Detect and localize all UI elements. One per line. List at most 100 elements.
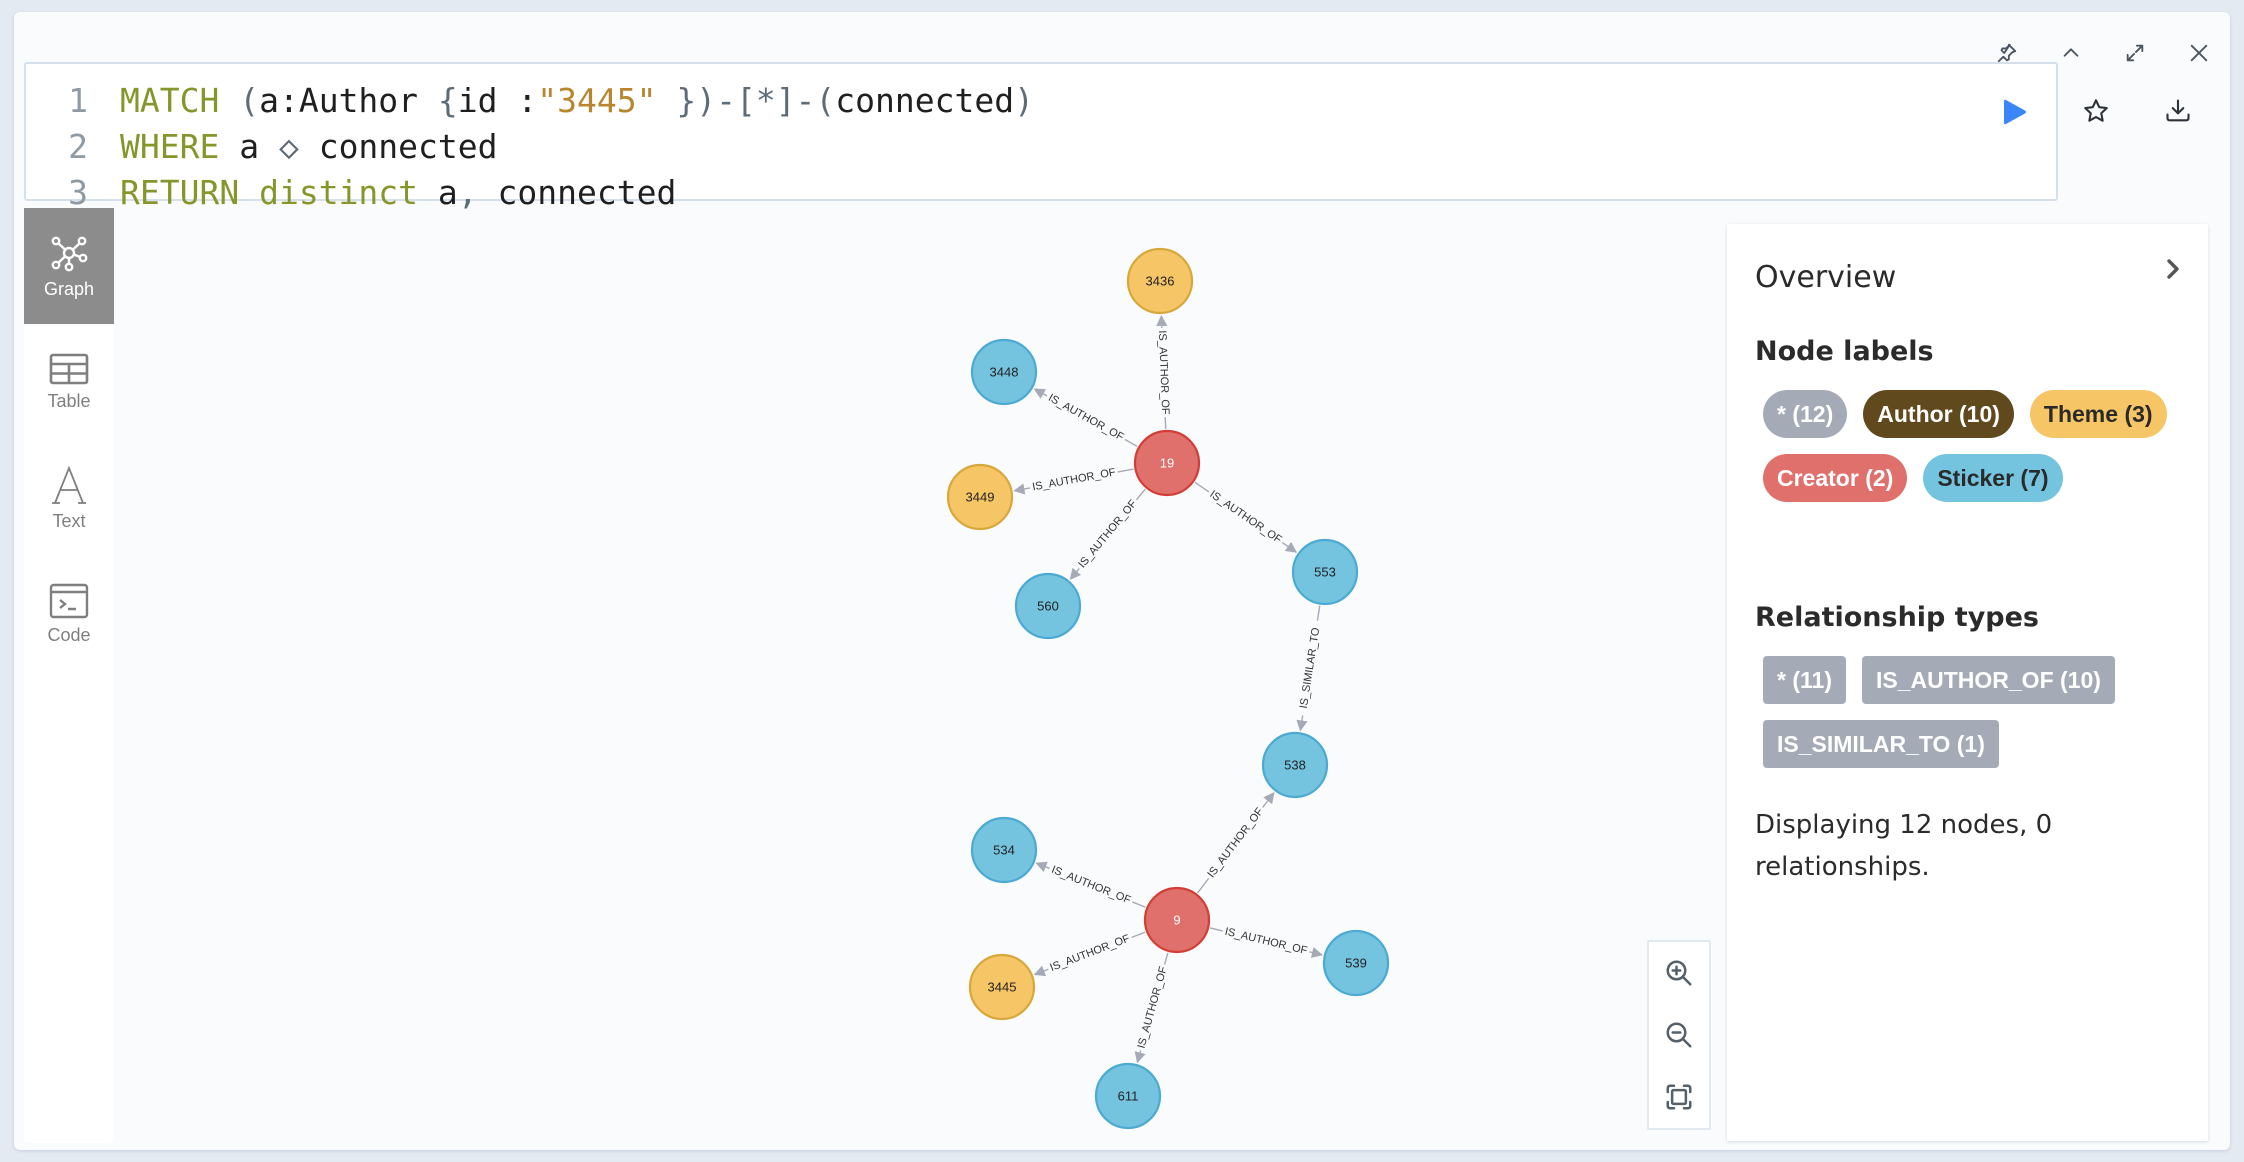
code-text: WHERE a ◇ connected xyxy=(120,127,498,166)
edge-label: IS_AUTHOR_OF xyxy=(1050,864,1133,907)
tab-code-label: Code xyxy=(47,624,91,645)
relationship-edge[interactable]: IS_AUTHOR_OF xyxy=(1134,952,1170,1064)
node-caption: 553 xyxy=(1314,565,1336,580)
graph-visualization[interactable]: IS_AUTHOR_OFIS_AUTHOR_OFIS_AUTHOR_OFIS_A… xyxy=(114,208,1726,1143)
query-result-frame: 1 MATCH (a:Author {id :"3445" })-[*]-(con… xyxy=(14,12,2230,1150)
edge-label: IS_AUTHOR_OF xyxy=(1076,498,1139,571)
zoom-out-button[interactable] xyxy=(1649,1004,1709,1066)
zoom-in-button[interactable] xyxy=(1649,942,1709,1004)
fit-screen-icon xyxy=(1666,1084,1692,1110)
code-line-2: 2 WHERE a ◇ connected xyxy=(26,124,498,170)
graph-node-sticker[interactable]: 534 xyxy=(970,816,1038,884)
node-caption: 9 xyxy=(1173,913,1180,928)
edge-arrow xyxy=(1296,715,1308,732)
relationship-edge[interactable]: IS_AUTHOR_OF xyxy=(1013,466,1134,495)
edge-label: IS_AUTHOR_OF xyxy=(1207,488,1283,546)
display-status: Displaying 12 nodes, 0 relationships. xyxy=(1755,810,2053,882)
relationship-edge[interactable]: IS_AUTHOR_OF xyxy=(1197,791,1275,894)
tab-text[interactable]: Text xyxy=(24,440,114,556)
graph-node-theme[interactable]: 3436 xyxy=(1126,247,1194,315)
relationship-edge[interactable]: IS_AUTHOR_OF xyxy=(1033,931,1146,977)
download-button[interactable] xyxy=(2157,90,2199,132)
relationship-edge[interactable]: IS_AUTHOR_OF xyxy=(1156,314,1171,430)
code-token: ) xyxy=(1014,81,1034,120)
relationship-edge[interactable]: IS_AUTHOR_OF xyxy=(1209,926,1324,958)
graph-node-theme[interactable]: 3445 xyxy=(968,953,1036,1021)
graph-canvas[interactable]: IS_AUTHOR_OF IS_AUTHOR_OF IS_AUTHOR_OF IS_A… xyxy=(114,208,1726,1143)
code-token: WHERE xyxy=(120,127,220,166)
zoom-in-icon xyxy=(1666,960,1692,986)
code-token: id : xyxy=(457,81,538,120)
collapse-overview-button[interactable] xyxy=(2158,254,2188,284)
favorite-button[interactable] xyxy=(2075,90,2117,132)
view-switcher: Graph Table Text Code xyxy=(24,208,114,1143)
relationship-edge[interactable]: IS_AUTHOR_OF xyxy=(1194,481,1298,553)
node-caption: 611 xyxy=(1118,1089,1139,1104)
code-token: connected xyxy=(477,173,677,212)
graph-node-sticker[interactable]: 560 xyxy=(1014,572,1082,640)
node-caption: 560 xyxy=(1037,599,1059,614)
graph-node-sticker[interactable]: 538 xyxy=(1261,731,1329,799)
tab-code[interactable]: Code xyxy=(24,556,114,672)
fullscreen-button[interactable] xyxy=(2118,36,2152,70)
node-label-chip[interactable]: * (12) xyxy=(1763,390,1848,438)
code-text: RETURN distinct a, connected xyxy=(120,173,676,212)
graph-node-theme[interactable]: 3449 xyxy=(946,463,1014,531)
overview-panel: Overview Node labels * (12) Author (10) Th… xyxy=(1727,224,2208,1141)
close-button[interactable] xyxy=(2182,36,2216,70)
edge-arrow xyxy=(1309,947,1324,958)
relationship-edge[interactable]: IS_AUTHOR_OF xyxy=(1033,388,1138,448)
node-label-chip[interactable]: Author (10) xyxy=(1863,390,2014,438)
edge-label: IS_AUTHOR_OF xyxy=(1224,926,1309,957)
expand-icon xyxy=(2126,44,2144,62)
run-query-button[interactable] xyxy=(1994,92,2034,132)
graph-node-sticker[interactable]: 611 xyxy=(1094,1062,1162,1130)
edge-line xyxy=(1124,438,1138,448)
edge-line xyxy=(1132,901,1146,908)
graph-icon xyxy=(51,236,88,271)
graph-node-sticker[interactable]: 3448 xyxy=(970,338,1038,406)
edge-line xyxy=(1197,877,1210,894)
close-icon xyxy=(2190,44,2208,62)
cypher-editor[interactable]: 1 MATCH (a:Author {id :"3445" })-[*]-(con… xyxy=(24,62,2058,212)
code-token: MATCH xyxy=(120,81,220,120)
collapse-button[interactable] xyxy=(2054,36,2088,70)
edge-arrow xyxy=(1134,1050,1146,1064)
edge-line xyxy=(1131,931,1146,939)
tab-table[interactable]: Table xyxy=(24,324,114,440)
zoom-controls xyxy=(1647,940,1711,1130)
relationship-type-chip[interactable]: * (11) xyxy=(1763,656,1846,704)
code-token: distinct xyxy=(259,173,419,212)
edge-arrow xyxy=(1069,567,1082,580)
table-icon xyxy=(49,353,89,384)
edge-arrow xyxy=(1033,388,1048,399)
node-label-chip[interactable]: Creator (2) xyxy=(1763,454,1908,502)
graph-node-sticker[interactable]: 539 xyxy=(1322,929,1390,997)
edge-line xyxy=(1209,927,1223,932)
code-text: MATCH (a:Author {id :"3445" })-[*]-(conn… xyxy=(120,81,1034,120)
play-icon xyxy=(2004,99,2026,125)
tab-graph[interactable]: Graph xyxy=(24,208,114,324)
edge-label: IS_AUTHOR_OF xyxy=(1048,933,1131,974)
node-label-chip[interactable]: Theme (3) xyxy=(2029,390,2167,438)
graph-node-creator[interactable]: 9 xyxy=(1143,886,1211,954)
code-token: "3445" xyxy=(537,81,657,120)
node-caption: 539 xyxy=(1345,956,1367,971)
relationship-edge[interactable]: IS_AUTHOR_OF xyxy=(1069,488,1146,580)
edge-line xyxy=(1135,488,1146,501)
fit-to-screen-button[interactable] xyxy=(1649,1066,1709,1128)
graph-node-creator[interactable]: 19 xyxy=(1133,429,1201,497)
relationship-edge[interactable]: IS_AUTHOR_OF xyxy=(1035,861,1146,908)
node-label-chip[interactable]: Sticker (7) xyxy=(1923,454,2063,502)
edge-arrow xyxy=(1013,483,1031,495)
relationship-edge[interactable]: IS_SIMILAR_TO xyxy=(1296,605,1322,732)
star-icon xyxy=(2084,99,2108,122)
edge-label: IS_SIMILAR_TO xyxy=(1298,626,1322,709)
edge-label: IS_AUTHOR_OF xyxy=(1205,805,1266,880)
zoom-out-icon xyxy=(1666,1022,1692,1048)
edge-arrow xyxy=(1281,541,1298,553)
relationship-type-chip[interactable]: IS_SIMILAR_TO (1) xyxy=(1763,720,1999,768)
graph-node-sticker[interactable]: 553 xyxy=(1291,538,1359,606)
relationship-type-chip[interactable]: IS_AUTHOR_OF (10) xyxy=(1861,656,2115,704)
